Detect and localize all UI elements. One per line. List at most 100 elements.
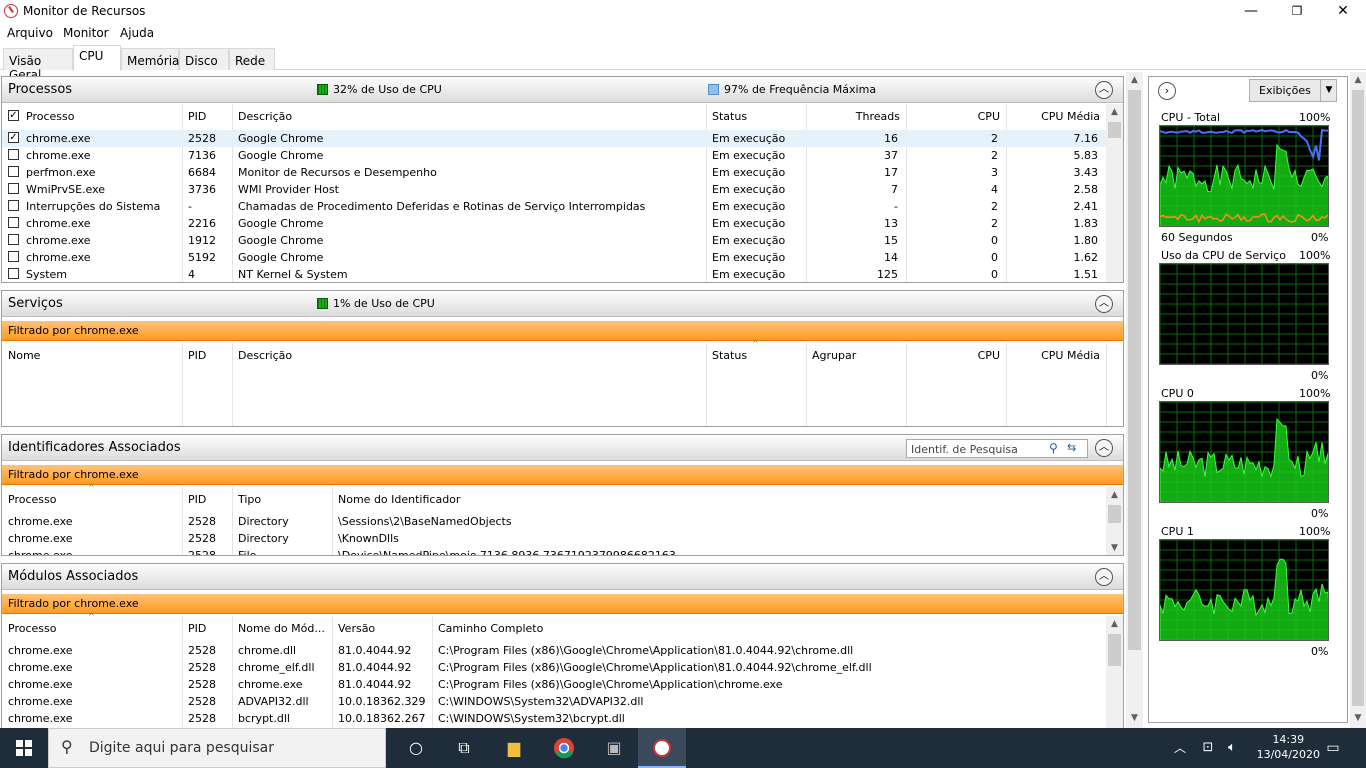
- col-pid[interactable]: PID: [188, 349, 206, 362]
- col-nome[interactable]: Nome: [8, 349, 40, 362]
- table-row[interactable]: chrome.exe 2528 File \Device\NamedPipe\mojo…: [2, 547, 1107, 555]
- scroll-up-icon[interactable]: ▲: [1106, 487, 1123, 503]
- start-icon[interactable]: [0, 728, 48, 768]
- table-row[interactable]: ✓ chrome.exe 2528 Google Chrome Em execução 1…: [2, 130, 1107, 147]
- chevron-up-icon[interactable]: ︿: [1168, 728, 1192, 768]
- modules-header[interactable]: Módulos Associados ︿: [2, 564, 1123, 590]
- col-status[interactable]: Status: [712, 110, 747, 123]
- menu-ajuda[interactable]: Ajuda: [120, 26, 154, 40]
- select-all-checkbox[interactable]: ✓: [8, 110, 19, 121]
- services-header[interactable]: Serviços 1% de Uso de CPU ︿: [2, 291, 1123, 317]
- minimize-button[interactable]: —: [1228, 0, 1274, 22]
- table-row[interactable]: perfmon.exe 6684 Monitor de Recursos e Des…: [2, 164, 1107, 181]
- table-row[interactable]: Interrupções do Sistema - Chamadas de Proc…: [2, 198, 1107, 215]
- collapse-icon[interactable]: ︿: [1095, 295, 1113, 313]
- row-checkbox[interactable]: [8, 200, 19, 211]
- col-caminho-completo[interactable]: Caminho Completo: [438, 622, 543, 635]
- row-checkbox[interactable]: [8, 217, 19, 228]
- col-processo[interactable]: Processo: [26, 110, 74, 123]
- expand-pane-icon[interactable]: ›: [1158, 82, 1176, 100]
- scroll-down-icon[interactable]: ▼: [1126, 710, 1143, 726]
- table-row[interactable]: WmiPrvSE.exe 3736 WMI Provider Host Em exec…: [2, 181, 1107, 198]
- scroll-down-icon[interactable]: ▼: [1350, 710, 1366, 726]
- row-checkbox[interactable]: [8, 234, 19, 245]
- table-row[interactable]: chrome.exe 2528 Directory \KnownDlls: [2, 530, 1107, 547]
- taskbar-clock[interactable]: 14:39 13/04/2020: [1257, 732, 1320, 762]
- scroll-up-icon[interactable]: ▲: [1106, 616, 1123, 632]
- scroll-up-icon[interactable]: ▲: [1350, 72, 1366, 88]
- processes-header[interactable]: Processos 32% de Uso de CPU 97% de Frequ…: [2, 77, 1123, 103]
- scroll-up-icon[interactable]: ▲: [1106, 104, 1123, 120]
- scroll-down-icon[interactable]: ▼: [1106, 540, 1123, 555]
- notifications-icon[interactable]: ▭: [1318, 728, 1348, 768]
- col-pid[interactable]: PID: [188, 110, 206, 123]
- views-button[interactable]: Exibições ▼: [1249, 79, 1337, 102]
- row-checkbox[interactable]: [8, 166, 19, 177]
- menu-arquivo[interactable]: Arquivo: [7, 26, 53, 40]
- tab-disco[interactable]: Disco: [179, 48, 229, 70]
- table-row[interactable]: chrome.exe 2528 Directory \Sessions\2\BaseN…: [2, 513, 1107, 530]
- pane-scrollbar[interactable]: ▲ ▼: [1350, 72, 1366, 728]
- table-row[interactable]: chrome.exe 2216 Google Chrome Em execução 13…: [2, 215, 1107, 232]
- tab-cpu[interactable]: CPU: [73, 45, 121, 71]
- table-row[interactable]: chrome.exe 2528 chrome.dll 81.0.4044.92 C:\P…: [2, 642, 1107, 659]
- cortana-icon[interactable]: ○: [392, 728, 440, 768]
- close-button[interactable]: ✕: [1320, 0, 1366, 22]
- tab-visao-geral[interactable]: Visão Geral: [3, 48, 73, 82]
- scroll-thumb[interactable]: [1108, 122, 1121, 138]
- col-descricao[interactable]: Descrição: [238, 349, 292, 362]
- collapse-icon[interactable]: ︿: [1095, 81, 1113, 99]
- table-row[interactable]: chrome.exe 2528 chrome_elf.dll 81.0.4044.92…: [2, 659, 1107, 676]
- menu-monitor[interactable]: Monitor: [63, 26, 109, 40]
- collapse-icon[interactable]: ︿: [1095, 439, 1113, 457]
- refresh-search-icon[interactable]: ⇆: [1067, 441, 1076, 454]
- row-checkbox[interactable]: [8, 268, 19, 279]
- col-cpu-media[interactable]: CPU Média: [1012, 349, 1100, 362]
- table-row[interactable]: System 4 NT Kernel & System Em execução 125 0…: [2, 266, 1107, 282]
- chrome-icon[interactable]: [540, 728, 588, 768]
- table-row[interactable]: chrome.exe 1912 Google Chrome Em execução 15…: [2, 232, 1107, 249]
- processes-scrollbar[interactable]: ▲: [1106, 104, 1123, 282]
- table-row[interactable]: chrome.exe 2528 chrome.exe 81.0.4044.92 C:\P…: [2, 676, 1107, 693]
- row-checkbox[interactable]: [8, 251, 19, 262]
- table-row[interactable]: chrome.exe 2528 bcrypt.dll 10.0.18362.267 C:…: [2, 710, 1107, 727]
- col-pid[interactable]: PID: [188, 622, 206, 635]
- resource-monitor-taskbar-icon[interactable]: [638, 728, 686, 768]
- taskbar-search-input[interactable]: ⚲ Digite aqui para pesquisar: [48, 728, 386, 768]
- scroll-thumb[interactable]: [1128, 90, 1141, 650]
- col-cpu-media[interactable]: CPU Média: [1012, 110, 1100, 123]
- handles-header[interactable]: Identificadores Associados Identif. de P…: [2, 435, 1123, 461]
- chevron-down-icon[interactable]: ▼: [1320, 80, 1337, 101]
- table-row[interactable]: chrome.exe 2528 ADVAPI32.dll 10.0.18362.329…: [2, 693, 1107, 710]
- handles-search-input[interactable]: Identif. de Pesquisa ⚲ ⇆: [906, 439, 1088, 458]
- col-processo[interactable]: Processo: [8, 493, 56, 506]
- col-agrupar[interactable]: Agrupar: [812, 349, 856, 362]
- row-checkbox[interactable]: [8, 149, 19, 160]
- col-cpu[interactable]: CPU: [912, 110, 1000, 123]
- search-icon[interactable]: ⚲: [1049, 441, 1058, 455]
- modules-scrollbar[interactable]: ▲: [1106, 616, 1123, 728]
- scroll-up-icon[interactable]: ▲: [1126, 72, 1143, 88]
- performance-monitor-icon[interactable]: ▣: [590, 728, 638, 768]
- file-explorer-icon[interactable]: ▆: [490, 728, 538, 768]
- scroll-thumb[interactable]: [1352, 90, 1364, 706]
- col-status[interactable]: Status: [712, 349, 747, 362]
- handles-scrollbar[interactable]: ▲ ▼: [1106, 487, 1123, 555]
- col-threads[interactable]: Threads: [812, 110, 900, 123]
- row-checkbox[interactable]: [8, 183, 19, 194]
- col-pid[interactable]: PID: [188, 493, 206, 506]
- table-row[interactable]: chrome.exe 7136 Google Chrome Em execução 37…: [2, 147, 1107, 164]
- col-nome-modulo[interactable]: Nome do Mód...: [238, 622, 325, 635]
- col-nome-identificador[interactable]: Nome do Identificador: [338, 493, 460, 506]
- col-processo[interactable]: Processo: [8, 622, 56, 635]
- volume-icon[interactable]: 🔈︎: [1220, 728, 1244, 768]
- table-row[interactable]: chrome.exe 5192 Google Chrome Em execução 14…: [2, 249, 1107, 266]
- main-scrollbar[interactable]: ▲ ▼: [1126, 72, 1143, 728]
- collapse-icon[interactable]: ︿: [1095, 568, 1113, 586]
- scroll-thumb[interactable]: [1108, 634, 1121, 666]
- scroll-thumb[interactable]: [1108, 505, 1121, 523]
- task-view-icon[interactable]: ⧉: [440, 728, 488, 768]
- col-tipo[interactable]: Tipo: [238, 493, 261, 506]
- col-versao[interactable]: Versão: [338, 622, 375, 635]
- col-descricao[interactable]: Descrição: [238, 110, 292, 123]
